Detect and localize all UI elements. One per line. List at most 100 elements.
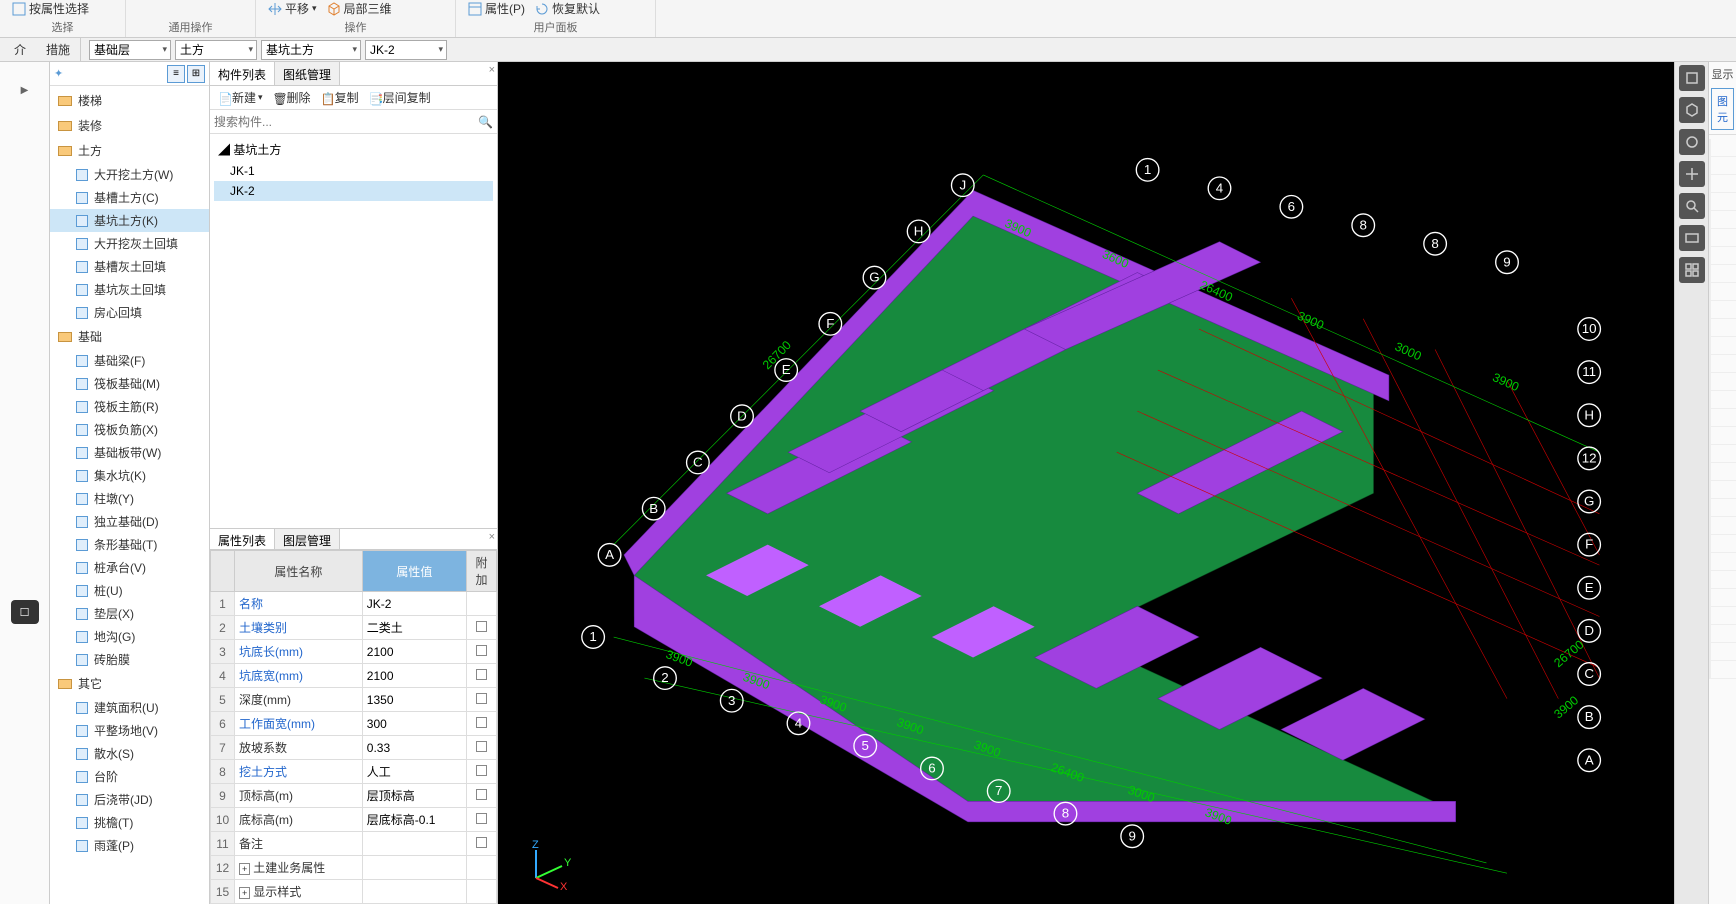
- property-row[interactable]: 6工作面宽(mm)300: [211, 712, 497, 736]
- copy-button[interactable]: 📋复制: [317, 87, 363, 108]
- tree-cat-foundation[interactable]: 基础: [50, 324, 209, 349]
- tab-property-list[interactable]: 属性列表: [210, 529, 275, 549]
- floor-copy-icon: 📑: [369, 92, 381, 104]
- secondary-tab-0[interactable]: 介: [4, 38, 36, 61]
- property-row[interactable]: 11备注: [211, 832, 497, 856]
- dropdown-type[interactable]: 土方: [175, 40, 257, 60]
- svg-text:6: 6: [928, 761, 935, 776]
- tree-item[interactable]: 台阶: [50, 765, 209, 788]
- component-item[interactable]: JK-1: [214, 161, 493, 181]
- close-icon[interactable]: ×: [489, 64, 495, 76]
- property-row[interactable]: 15+显示样式: [211, 880, 497, 904]
- component-item-selected[interactable]: JK-2: [214, 181, 493, 201]
- restore-default-button[interactable]: 恢复默认: [535, 0, 600, 17]
- property-row[interactable]: 9顶标高(m)层顶标高: [211, 784, 497, 808]
- local-3d-button[interactable]: 局部三维: [327, 0, 392, 17]
- view-tool-home[interactable]: [1679, 65, 1705, 91]
- fr-show-label[interactable]: 显示: [1709, 62, 1736, 86]
- dropdown-floor[interactable]: 基础层: [89, 40, 171, 60]
- property-row[interactable]: 8挖土方式人工: [211, 760, 497, 784]
- pin-icon[interactable]: ✦: [54, 67, 63, 80]
- tree-item[interactable]: 筏板负筋(X): [50, 418, 209, 441]
- left-caret[interactable]: ▶: [0, 81, 49, 100]
- view-tool-cube[interactable]: [1679, 97, 1705, 123]
- floor-copy-button[interactable]: 📑层间复制: [365, 87, 435, 108]
- fr-elem-label[interactable]: 图元: [1711, 88, 1734, 130]
- tree-item[interactable]: 筏板基础(M): [50, 372, 209, 395]
- property-row[interactable]: 10底标高(m)层底标高-0.1: [211, 808, 497, 832]
- tree-item[interactable]: 基槽土方(C): [50, 186, 209, 209]
- view-list-icon[interactable]: ≡: [167, 65, 185, 83]
- svg-text:B: B: [649, 501, 658, 516]
- svg-text:E: E: [1585, 580, 1594, 595]
- tab-component-list[interactable]: 构件列表: [210, 62, 275, 85]
- view-tool-zoom[interactable]: [1679, 193, 1705, 219]
- tree-cat-other[interactable]: 其它: [50, 671, 209, 696]
- search-icon[interactable]: 🔍: [478, 115, 493, 129]
- svg-text:4: 4: [795, 715, 803, 730]
- close-icon[interactable]: ×: [489, 531, 495, 543]
- tree-item[interactable]: 基础梁(F): [50, 349, 209, 372]
- new-button[interactable]: 📄新建▾: [214, 87, 267, 108]
- tree-item[interactable]: 基坑灰土回填: [50, 278, 209, 301]
- tree-item[interactable]: 柱墩(Y): [50, 487, 209, 510]
- property-row[interactable]: 12+土建业务属性: [211, 856, 497, 880]
- folder-icon: [58, 332, 72, 342]
- tree-item[interactable]: 房心回填: [50, 301, 209, 324]
- item-icon: [76, 516, 88, 528]
- property-row[interactable]: 2土壤类别二类土: [211, 616, 497, 640]
- tree-item[interactable]: 条形基础(T): [50, 533, 209, 556]
- model-geometry: [614, 175, 1600, 873]
- delete-button[interactable]: 🗑删除: [269, 87, 315, 108]
- tree-item[interactable]: 砖胎膜: [50, 648, 209, 671]
- tree-item[interactable]: 后浇带(JD): [50, 788, 209, 811]
- tree-item[interactable]: 雨蓬(P): [50, 834, 209, 857]
- secondary-bar: 介 措施 基础层 土方 基坑土方 JK-2: [0, 38, 1736, 62]
- view-grid-icon[interactable]: ⊞: [187, 65, 205, 83]
- 3d-viewport[interactable]: JHGFEDCBA 146889 123456789 1011H12GFEDCB…: [498, 62, 1674, 904]
- tree-item[interactable]: 垫层(X): [50, 602, 209, 625]
- secondary-tab-1[interactable]: 措施: [36, 38, 81, 61]
- tab-layer-mgmt[interactable]: 图层管理: [275, 529, 340, 549]
- tree-item[interactable]: 基坑土方(K): [50, 209, 209, 232]
- tree-item[interactable]: 大开挖灰土回填: [50, 232, 209, 255]
- tree-item[interactable]: 建筑面积(U): [50, 696, 209, 719]
- tree-item[interactable]: 独立基础(D): [50, 510, 209, 533]
- property-row[interactable]: 3坑底长(mm)2100: [211, 640, 497, 664]
- component-root[interactable]: ◢ 基坑土方: [214, 138, 493, 161]
- tree-item[interactable]: 桩(U): [50, 579, 209, 602]
- property-button[interactable]: 属性(P): [468, 0, 525, 17]
- view-tool-display[interactable]: [1679, 257, 1705, 283]
- property-row[interactable]: 7放坡系数0.33: [211, 736, 497, 760]
- dropdown-item[interactable]: JK-2: [365, 40, 447, 60]
- view-tool-pan[interactable]: [1679, 161, 1705, 187]
- property-row[interactable]: 5深度(mm)1350: [211, 688, 497, 712]
- tab-drawing-mgmt[interactable]: 图纸管理: [275, 62, 340, 85]
- tree-item[interactable]: 基础板带(W): [50, 441, 209, 464]
- svg-text:G: G: [869, 270, 879, 285]
- tree-cat-stair[interactable]: 楼梯: [50, 88, 209, 113]
- tree-cat-decorate[interactable]: 装修: [50, 113, 209, 138]
- tree-item[interactable]: 散水(S): [50, 742, 209, 765]
- view-tool-orbit[interactable]: [1679, 129, 1705, 155]
- tree-item[interactable]: 挑檐(T): [50, 811, 209, 834]
- tree-item[interactable]: 筏板主筋(R): [50, 395, 209, 418]
- tree-item[interactable]: 平整场地(V): [50, 719, 209, 742]
- search-input[interactable]: [214, 115, 478, 129]
- item-icon: [76, 608, 88, 620]
- left-tag-icon[interactable]: ☐: [11, 600, 39, 624]
- dropdown-subtype[interactable]: 基坑土方: [261, 40, 361, 60]
- tree-item[interactable]: 地沟(G): [50, 625, 209, 648]
- tree-item[interactable]: 大开挖土方(W): [50, 163, 209, 186]
- select-by-attribute[interactable]: 按属性选择: [12, 0, 89, 17]
- view-tool-section[interactable]: [1679, 225, 1705, 251]
- property-row[interactable]: 4坑底宽(mm)2100: [211, 664, 497, 688]
- pan-icon: [268, 2, 282, 16]
- tree-item[interactable]: 基槽灰土回填: [50, 255, 209, 278]
- left-strip-item[interactable]: [0, 62, 49, 81]
- pan-button[interactable]: 平移▾: [268, 0, 317, 17]
- tree-item[interactable]: 集水坑(K): [50, 464, 209, 487]
- property-row[interactable]: 1名称JK-2: [211, 592, 497, 616]
- tree-cat-earth[interactable]: 土方: [50, 138, 209, 163]
- tree-item[interactable]: 桩承台(V): [50, 556, 209, 579]
